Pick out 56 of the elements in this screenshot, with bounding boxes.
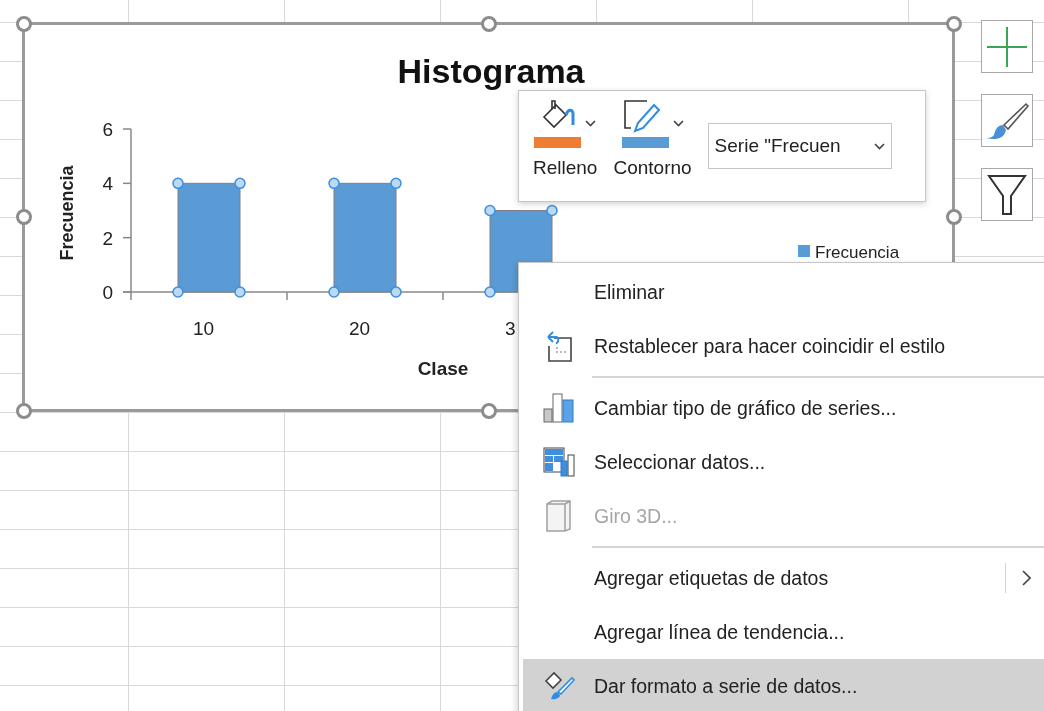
selection-handle[interactable]: [328, 286, 340, 298]
resize-handle[interactable]: [15, 209, 32, 225]
tick-label: 3: [505, 318, 516, 339]
tick-label: 10: [193, 318, 215, 339]
menu-item[interactable]: Agregar línea de tendencia...: [523, 605, 1044, 659]
selection-handle[interactable]: [390, 177, 402, 190]
menu-item-label: Agregar línea de tendencia...: [594, 620, 846, 644]
plus-icon: [986, 25, 1028, 68]
legend-marker: [798, 245, 810, 257]
tick-label: 2: [102, 227, 113, 249]
axis-title: Clase: [417, 358, 469, 379]
menu-item-label: Agregar etiquetas de datos: [594, 566, 830, 590]
format-tool-button[interactable]: Relleno: [529, 99, 602, 179]
menu-item-label: Giro 3D...: [594, 504, 679, 528]
tick-label: 6: [102, 119, 113, 140]
chart-tool-button[interactable]: [981, 94, 1033, 147]
resize-handle[interactable]: [15, 402, 32, 419]
tick-label: 20: [349, 318, 371, 339]
cube-icon: [544, 500, 573, 532]
chart-title: Histograma: [397, 52, 585, 90]
menu-item[interactable]: Agregar etiquetas de datos: [523, 551, 1044, 605]
resize-handle[interactable]: [480, 15, 497, 32]
selection-handle[interactable]: [484, 286, 496, 298]
chevron-down-icon: [585, 119, 597, 127]
series-dropdown[interactable]: Serie "Frecuen: [707, 123, 892, 169]
chevron-right-icon: [1021, 570, 1031, 586]
resize-handle[interactable]: [480, 402, 497, 419]
tick-label: 0: [102, 282, 113, 303]
menu-item-label: Eliminar: [594, 280, 666, 304]
tick-label: 4: [102, 173, 113, 195]
selection-handle[interactable]: [172, 286, 184, 298]
menu-item-label: Dar formato a serie de datos...: [594, 674, 859, 698]
chart-tool-button[interactable]: [981, 168, 1033, 221]
bar-chart-icon: [542, 393, 575, 423]
chevron-down-icon: [873, 142, 885, 150]
selection-handle[interactable]: [484, 204, 496, 217]
selection-handle[interactable]: [234, 177, 246, 190]
selection-handle[interactable]: [328, 177, 340, 190]
resize-handle[interactable]: [945, 15, 962, 32]
paint-brush-icon: [542, 670, 575, 702]
resize-handle[interactable]: [945, 209, 962, 225]
menu-item[interactable]: Seleccionar datos...: [523, 435, 1044, 489]
axis-title: Frecuencia: [57, 165, 77, 261]
menu-item[interactable]: Dar formato a serie de datos...: [523, 659, 1044, 711]
chevron-down-icon: [672, 119, 684, 127]
format-tool-button[interactable]: Contorno: [609, 99, 696, 179]
selection-handle[interactable]: [546, 204, 558, 217]
selection-handle[interactable]: [390, 286, 402, 298]
table-grid-icon: [542, 447, 575, 477]
selection-handle[interactable]: [172, 177, 184, 190]
filter-icon: [987, 173, 1027, 216]
selection-handle[interactable]: [234, 286, 246, 298]
legend-label: Frecuencia: [815, 243, 900, 262]
menu-item-label: Restablecer para hacer coincidir el estilo: [594, 334, 947, 358]
resize-handle[interactable]: [15, 15, 32, 32]
menu-item-label: Seleccionar datos...: [594, 450, 767, 474]
